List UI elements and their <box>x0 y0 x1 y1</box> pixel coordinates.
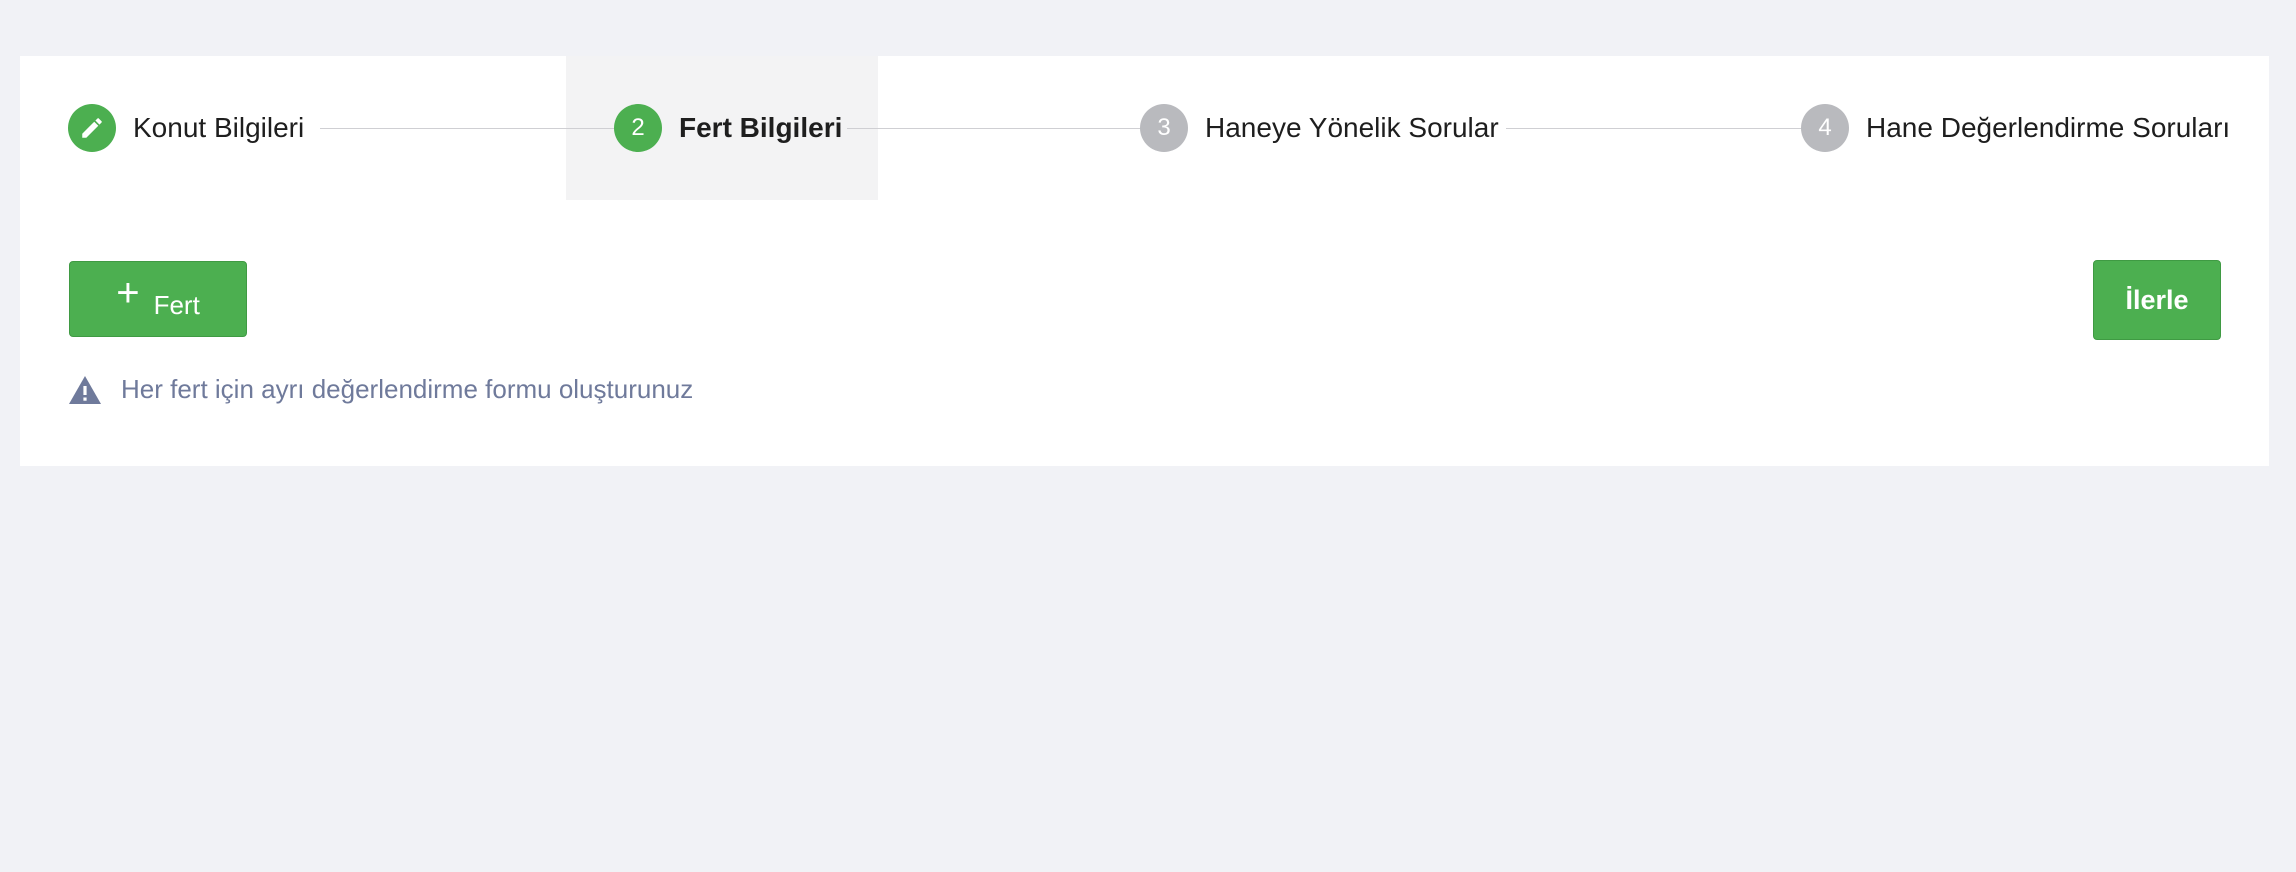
add-fert-button[interactable]: + Fert <box>69 261 247 337</box>
step-label: Fert Bilgileri <box>679 112 843 143</box>
step-number-badge: 2 <box>614 104 662 152</box>
step-number-badge: 3 <box>1140 104 1188 152</box>
step-fert-bilgileri[interactable]: 2 Fert Bilgileri <box>614 104 842 152</box>
step-number-badge: 4 <box>1801 104 1849 152</box>
step-connector <box>1506 128 1805 129</box>
step-hane-degerlendirme-sorulari[interactable]: 4 Hane Değerlendirme Soruları <box>1801 104 2230 152</box>
step-label: Haneye Yönelik Sorular <box>1205 112 1499 143</box>
step-connector <box>320 128 617 129</box>
step-label: Konut Bilgileri <box>133 112 305 143</box>
step-haneye-yonelik-sorular[interactable]: 3 Haneye Yönelik Sorular <box>1140 104 1499 152</box>
step-label: Hane Değerlendirme Soruları <box>1866 112 2231 143</box>
step-connector <box>847 128 1143 129</box>
step-completed-indicator <box>68 104 116 152</box>
step-konut-bilgileri[interactable]: Konut Bilgileri <box>68 104 304 152</box>
plus-icon: + <box>116 271 140 315</box>
warning-icon <box>69 375 101 404</box>
wizard-card: Konut Bilgileri 2 Fert Bilgileri 3 Haney… <box>20 56 2269 466</box>
hint-text: Her fert için ayrı değerlendirme formu o… <box>121 374 694 404</box>
next-button[interactable]: İlerle <box>2093 260 2221 340</box>
stepper: Konut Bilgileri 2 Fert Bilgileri 3 Haney… <box>20 56 2269 200</box>
pencil-icon <box>82 118 102 138</box>
info-hint: Her fert için ayrı değerlendirme formu o… <box>68 374 693 405</box>
add-fert-label: Fert <box>153 289 200 320</box>
